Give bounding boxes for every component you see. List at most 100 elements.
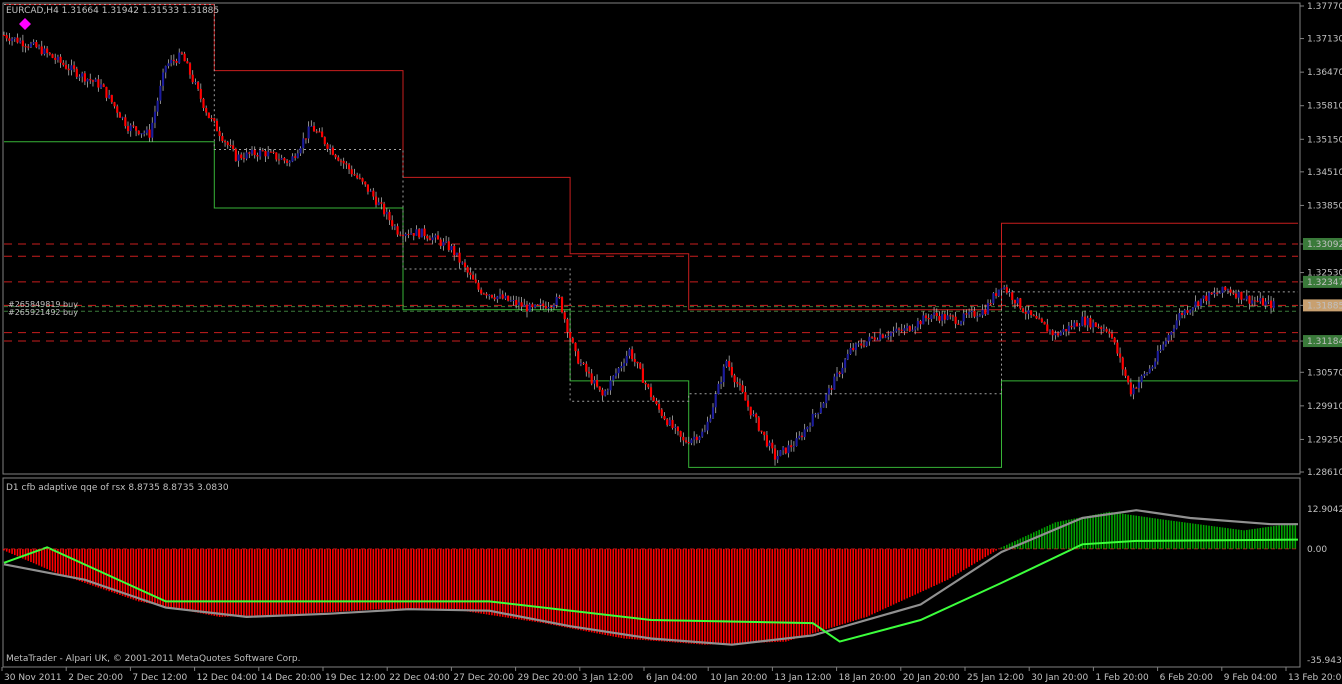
candle-body	[555, 296, 558, 306]
price-tick-label: 1.33092	[1307, 240, 1342, 250]
candle-body	[973, 310, 976, 317]
price-tick-label: 1.35150	[1307, 135, 1342, 145]
candle-body	[199, 88, 202, 99]
candle-body	[884, 336, 887, 338]
candle-body	[288, 161, 291, 163]
candle-body	[1243, 299, 1246, 301]
candle-body	[294, 156, 297, 158]
candle-body	[8, 38, 11, 41]
candle-body	[83, 73, 86, 82]
price-tick-label: 1.29910	[1307, 402, 1342, 412]
candle-body	[1248, 295, 1251, 304]
candle-body	[197, 82, 200, 89]
copyright-text: MetaTrader - Alpari UK, © 2001-2011 Meta…	[6, 654, 300, 664]
candle-body	[860, 343, 863, 346]
candle-body	[132, 125, 135, 127]
candle-body	[1108, 331, 1111, 334]
time-tick-label: 30 Nov 2011	[4, 673, 62, 683]
candle-body	[1232, 292, 1235, 294]
candle-body	[54, 57, 57, 60]
candle-body	[1121, 357, 1124, 370]
candle-body	[639, 363, 642, 369]
candle-body	[773, 448, 777, 460]
candle-body	[1240, 291, 1243, 300]
candle-body	[121, 117, 124, 119]
candle-body	[304, 138, 308, 140]
candle-body	[1197, 301, 1200, 306]
candle-body	[749, 406, 752, 416]
candle-body	[1105, 328, 1108, 332]
candle-body	[1164, 340, 1167, 345]
candle-body	[914, 327, 917, 330]
candle-body	[113, 102, 116, 107]
candle-body	[741, 385, 744, 393]
candle-body	[232, 145, 235, 149]
candle-body	[1032, 315, 1035, 317]
price-axis[interactable]: 1.37770 1.37130 1.36470 1.35810 1.35150 1.345…	[1299, 2, 1342, 478]
candle-body	[180, 52, 184, 54]
candle-body	[763, 431, 766, 436]
candle-body	[1189, 310, 1192, 313]
candle-body	[37, 46, 41, 48]
candle-body	[779, 450, 782, 457]
candle-body	[879, 334, 882, 340]
candle-body	[498, 294, 502, 297]
indicator-pane[interactable]: D1 cfb adaptive qqe of rsx 8.8735 8.8735…	[2, 477, 1301, 668]
candle-body	[571, 338, 574, 343]
candle-body	[385, 211, 388, 215]
candle-body	[1267, 300, 1270, 302]
candle-body	[1170, 332, 1173, 335]
candle-body	[687, 442, 690, 444]
candle-body	[237, 154, 240, 161]
candle-body	[684, 440, 688, 443]
candle-body	[1261, 298, 1265, 306]
candle-body	[892, 331, 895, 333]
candle-body	[968, 311, 971, 315]
candle-body	[943, 314, 946, 320]
candle-body	[1129, 382, 1132, 395]
candle-body	[124, 117, 127, 127]
candle-body	[13, 37, 16, 39]
candle-body	[978, 315, 981, 317]
candle-body	[534, 304, 537, 308]
candle-body	[229, 144, 232, 146]
candle-body	[825, 394, 828, 404]
candle-body	[574, 342, 577, 352]
candle-body	[1056, 333, 1060, 336]
candle-body	[1097, 326, 1100, 328]
candle-body	[48, 52, 51, 55]
candle-body	[267, 151, 270, 157]
candle-body	[919, 320, 922, 325]
candle-body	[517, 302, 520, 305]
candle-body	[396, 226, 399, 235]
candle-body	[307, 126, 310, 139]
price-tick-label: 1.31885	[1307, 301, 1342, 311]
candle-body	[213, 118, 216, 121]
candle-body	[536, 304, 539, 306]
candle-body	[428, 238, 432, 241]
candle-body	[844, 359, 847, 368]
trading-chart-window[interactable]: EURCAD,H4 1.31664 1.31942 1.31533 1.3188…	[0, 0, 1342, 684]
candle-body	[795, 438, 798, 447]
candle-body	[490, 294, 494, 298]
candle-body	[167, 63, 170, 67]
candle-body	[1054, 333, 1057, 336]
indicator-header: D1 cfb adaptive qqe of rsx 8.8735 8.8735…	[6, 483, 229, 493]
candle-body	[1159, 349, 1162, 351]
candle-body	[1008, 292, 1011, 294]
candle-body	[353, 174, 356, 176]
candle-body	[641, 368, 644, 383]
candle-body	[418, 229, 421, 238]
main-price-pane[interactable]: EURCAD,H4 1.31664 1.31942 1.31533 1.3188…	[2, 2, 1301, 475]
candle-body	[1194, 301, 1197, 308]
candle-body	[849, 347, 852, 355]
candle-body	[676, 426, 680, 432]
time-axis[interactable]: 30 Nov 2011 2 Dec 20:00 7 Dec 12:00 12 Dec …	[1, 667, 1342, 683]
candle-body	[803, 429, 806, 438]
candle-body	[1178, 313, 1181, 321]
candle-body	[175, 60, 178, 63]
candle-body	[711, 407, 715, 419]
candle-body	[946, 315, 949, 320]
candle-body	[846, 354, 849, 360]
candle-body	[64, 64, 68, 69]
